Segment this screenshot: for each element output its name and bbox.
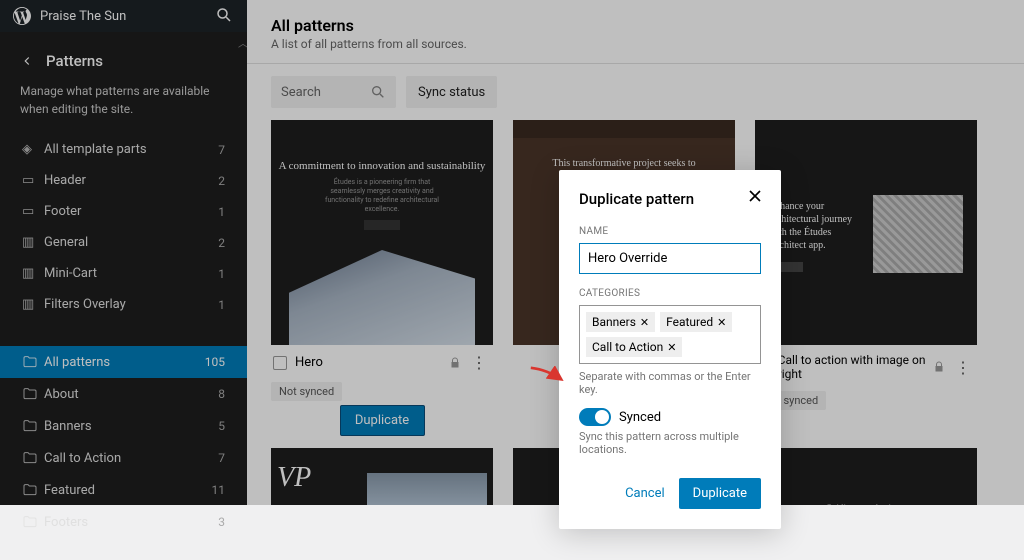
categories-input[interactable]: Banners ✕Featured ✕ Call to Action ✕ xyxy=(579,305,761,364)
category-chip[interactable]: Call to Action ✕ xyxy=(586,337,682,357)
name-label: NAME xyxy=(579,226,761,237)
synced-description: Sync this pattern across multiple locati… xyxy=(579,430,761,456)
close-icon[interactable] xyxy=(745,186,765,206)
modal-title: Duplicate pattern xyxy=(579,190,761,208)
annotation-arrow-icon xyxy=(529,366,565,384)
categories-label: CATEGORIES xyxy=(579,288,761,299)
sidebar-item[interactable]: Footers3 xyxy=(0,506,247,538)
remove-chip-icon[interactable]: ✕ xyxy=(717,316,726,329)
synced-label: Synced xyxy=(619,410,661,425)
category-chip[interactable]: Banners ✕ xyxy=(586,312,655,332)
duplicate-button[interactable]: Duplicate xyxy=(679,478,761,509)
cancel-button[interactable]: Cancel xyxy=(625,486,665,501)
synced-toggle[interactable] xyxy=(579,408,611,426)
duplicate-pattern-modal: Duplicate pattern NAME CATEGORIES Banner… xyxy=(559,170,781,529)
remove-chip-icon[interactable]: ✕ xyxy=(667,341,676,354)
categories-hint: Separate with commas or the Enter key. xyxy=(579,370,761,396)
category-chip[interactable]: Featured ✕ xyxy=(660,312,732,332)
name-input[interactable] xyxy=(579,243,761,274)
modal-overlay xyxy=(0,0,1024,505)
remove-chip-icon[interactable]: ✕ xyxy=(640,316,649,329)
